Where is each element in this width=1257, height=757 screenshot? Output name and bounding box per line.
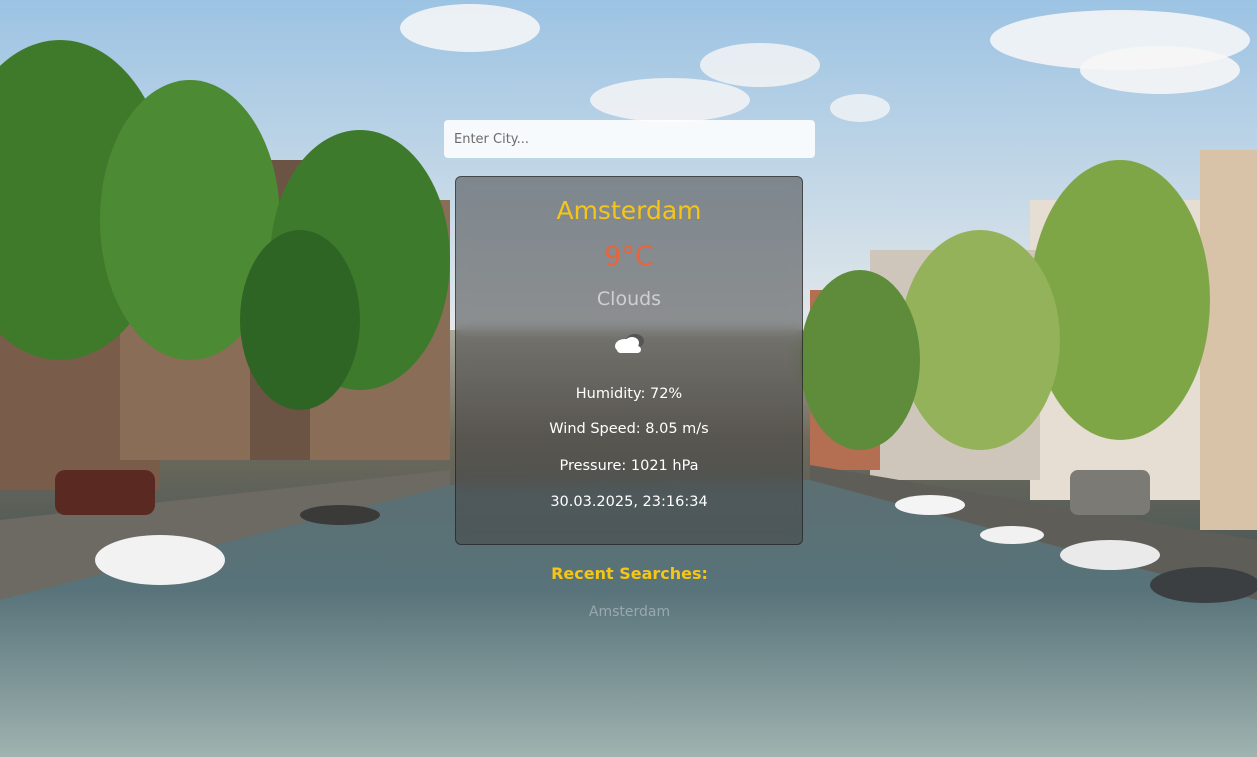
city-search-input[interactable] — [444, 120, 815, 158]
weather-card: Amsterdam 9°C Clouds Humidity: 72% Wind … — [455, 176, 803, 545]
date-time: 30.03.2025, 23:16:34 — [550, 494, 708, 510]
recent-searches-title: Recent Searches: — [551, 564, 708, 583]
cloud-icon — [615, 334, 644, 353]
pressure-value: Pressure: 1021 hPa — [559, 458, 699, 474]
recent-search-item[interactable]: Amsterdam — [444, 604, 815, 620]
temperature: 9°C — [604, 241, 654, 272]
city-name: Amsterdam — [556, 196, 702, 225]
wind-speed-value: Wind Speed: 8.05 m/s — [549, 421, 709, 437]
weather-condition: Clouds — [596, 288, 662, 310]
humidity-value: Humidity: 72% — [575, 386, 683, 402]
